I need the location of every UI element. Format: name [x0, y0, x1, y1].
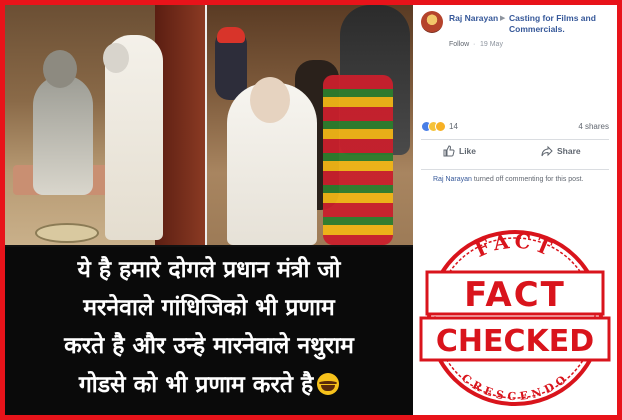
bowl	[35, 223, 99, 243]
stamp-main-line-1: FACT	[464, 275, 566, 315]
divider	[421, 169, 609, 170]
meme-image: ये है हमारे दोगले प्रधान मंत्री जो मरनेव…	[5, 5, 413, 415]
laughing-emoji-icon	[317, 373, 340, 395]
photo-tribute-statue	[5, 5, 205, 245]
post-author-link[interactable]: Raj Narayan	[449, 13, 498, 23]
avatar[interactable]	[421, 11, 443, 33]
caption-line-1: ये है हमारे दोगले प्रधान मंत्री जो	[77, 257, 341, 283]
standing-figure-head	[103, 43, 129, 73]
separator-dot: ·	[473, 41, 476, 48]
stamp-main-line-2: CHECKED	[436, 324, 594, 359]
caption-line-4: गोडसे को भी प्रणाम करते है	[5, 373, 413, 397]
flower-garland	[323, 75, 393, 245]
reaction-count[interactable]: 14	[449, 122, 458, 131]
follow-link[interactable]: Follow	[449, 41, 469, 48]
notice-author-link[interactable]: Raj Narayan	[433, 176, 472, 183]
share-arrow-icon	[541, 145, 553, 157]
notice-text: turned off commenting for this post.	[471, 176, 584, 183]
caption-line-2: मरनेवाले गांधिजिको भी प्रणाम	[83, 295, 335, 321]
share-button[interactable]: Share	[541, 145, 581, 161]
share-label: Share	[557, 146, 581, 156]
thumbs-up-icon	[443, 145, 455, 157]
turban	[217, 27, 245, 43]
group-link[interactable]: Casting for Films and Commercials.	[509, 13, 609, 35]
like-label: Like	[459, 146, 477, 156]
stamp-bottom-text: CRESCENDO	[459, 371, 571, 403]
arrow-right-icon: ▶	[500, 15, 506, 22]
caption-line-3: करते है और उन्हे मारनेवाले नथुराम	[64, 333, 354, 359]
seated-statue	[33, 75, 93, 195]
fact-checked-stamp: FACT CRESCENDO FACT CHECKED	[419, 228, 611, 406]
praying-figure-head	[250, 77, 290, 123]
share-count[interactable]: 4 shares	[578, 122, 609, 131]
sad-reaction-icon	[435, 121, 446, 132]
post-date[interactable]: 19 May	[480, 41, 503, 48]
caption-box: ये है हमारे दोगले प्रधान मंत्री जो मरनेव…	[5, 247, 413, 415]
statue-head	[43, 50, 77, 88]
comments-off-notice: Raj Narayan turned off commenting for th…	[433, 176, 583, 183]
divider	[421, 139, 609, 140]
like-button[interactable]: Like	[443, 145, 476, 161]
caption-line-4-text: गोडसे को भी प्रणाम करते है	[78, 372, 314, 398]
